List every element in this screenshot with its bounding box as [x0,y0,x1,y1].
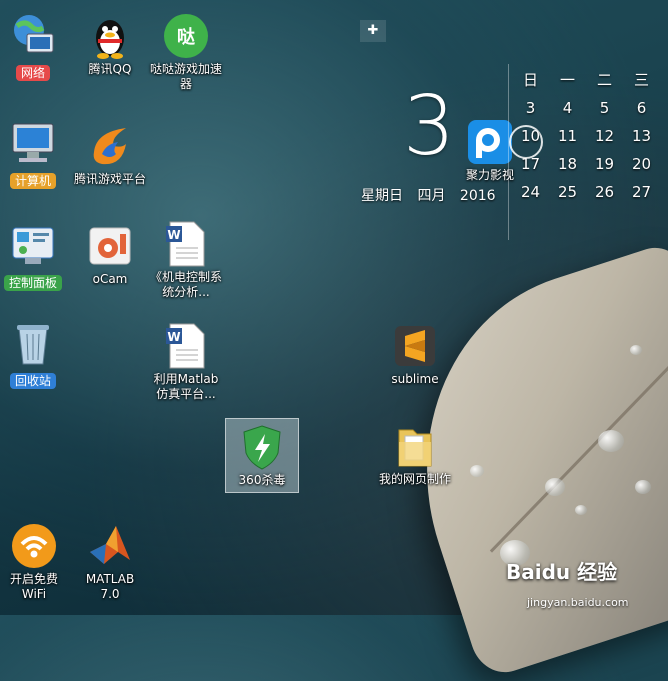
calendar-day[interactable]: 24 [512,178,549,206]
icon-label: 360杀毒 [238,473,286,487]
icon-label: 利用Matlab仿真平台... [153,372,219,401]
calendar-big-day: 3 [403,79,456,174]
calendar-header-row: 日 一 二 三 四 [512,66,668,94]
icon-label: 我的网页制作 [378,472,451,486]
calendar-week-row: 3 4 5 6 7 [512,94,668,122]
calendar-day[interactable]: 25 [549,178,586,206]
baidu-watermark: Baidu 经验 [506,560,618,584]
dada-accelerator-icon: 哒 [162,12,210,60]
calendar-week-row: 17 18 19 20 21 [512,150,668,178]
icon-label: 腾讯游戏平台 [73,172,146,186]
water-drop [635,480,651,494]
calendar-day[interactable]: 21 [660,150,668,178]
calendar-day[interactable]: 6 [623,94,660,122]
folder-icon [391,422,439,470]
icon-label: 计算机 [9,173,56,189]
calendar-weekday-header: 一 [559,71,575,89]
calendar-divider [508,64,509,240]
icon-label: MATLAB 7.0 [85,572,135,601]
calendar-day[interactable]: 18 [549,150,586,178]
calendar-day[interactable]: 28 [660,178,668,206]
icon-label: oCam [92,272,128,286]
icon-label: 哒哒游戏加速器 [149,62,222,91]
desktop-icon-sublime[interactable]: sublime [377,322,453,387]
svg-text:哒: 哒 [177,26,195,48]
calendar-day[interactable]: 3 [512,94,549,122]
qq-penguin-icon [86,12,134,60]
recycle-bin-icon [9,320,57,368]
calendar-day[interactable]: 20 [623,150,660,178]
svg-text:W: W [167,330,180,344]
word-document-icon: W [162,322,210,370]
calendar-day[interactable]: 13 [623,122,660,150]
wifi-icon [10,522,58,570]
calendar-day[interactable]: 12 [586,122,623,150]
desktop-icon-tencent-games[interactable]: 腾讯游戏平台 [72,122,148,187]
desktop-icon-control-panel[interactable]: 控制面板 [0,222,71,291]
calendar-day[interactable]: 10 [512,122,549,150]
desktop-icon-word-doc-2[interactable]: W 利用Matlab仿真平台... [148,322,224,402]
icon-label: 开启免费WiFi [9,572,58,601]
svg-text:W: W [167,228,180,242]
calendar-weekday-header: 四 [660,66,668,94]
water-drop [575,505,587,515]
desktop-icon-web-folder[interactable]: 我的网页制作 [377,422,453,487]
calendar-day[interactable]: 14 [660,122,668,150]
icon-label: 回收站 [9,373,56,389]
desktop-icon-qq[interactable]: 腾讯QQ [72,12,148,77]
calendar-day[interactable]: 5 [586,94,623,122]
ocam-camera-icon [86,222,134,270]
calendar-day[interactable]: 19 [586,150,623,178]
calendar-weekday-header: 日 [522,71,538,89]
water-drop [630,345,642,355]
water-drop [598,430,624,452]
word-document-icon: W [162,220,210,268]
calendar-day[interactable]: 27 [623,178,660,206]
network-globe-icon [9,12,57,60]
desktop-icon-free-wifi[interactable]: 开启免费WiFi [0,522,72,602]
calendar-year: 2016 [459,188,496,204]
desktop-icon-dada-accelerator[interactable]: 哒 哒哒游戏加速器 [148,12,224,92]
pin-icon[interactable]: ✚ [360,20,386,42]
icon-label: 《机电控制系统分析... [149,270,222,299]
calendar-month: 四月 [417,188,446,204]
calendar-day[interactable]: 11 [549,122,586,150]
desktop-icon-ocam[interactable]: oCam [72,222,148,287]
calendar-weekday-header: 三 [633,71,649,89]
icon-label: sublime [391,372,439,386]
desktop-icon-360-antivirus[interactable]: 360杀毒 [225,418,299,493]
calendar-weekday-header: 二 [596,71,612,89]
calendar-weekday: 星期日 [361,188,403,204]
desktop-icon-network[interactable]: 网络 [0,12,71,81]
matlab-membrane-icon [86,522,134,570]
icon-label: 腾讯QQ [88,62,132,76]
icon-label: 网络 [15,65,50,81]
control-panel-icon [9,222,57,270]
tencent-games-flame-icon [86,122,134,170]
desktop-icon-matlab[interactable]: MATLAB 7.0 [72,522,148,602]
pptv-player-icon [466,118,514,166]
water-drop [545,478,565,496]
sublime-text-icon [391,322,439,370]
calendar-week-row: 10 11 12 13 14 [512,122,668,150]
calendar-day[interactable]: 7 [660,94,668,122]
calendar-day[interactable]: 4 [549,94,586,122]
baidu-watermark-url: jingyan.baidu.com [527,596,629,609]
water-drop [470,465,484,477]
360-shield-icon [238,423,286,471]
computer-monitor-icon [9,120,57,168]
calendar-grid: 日 一 二 三 四 3 4 5 6 7 10 11 12 13 14 17 18… [512,66,668,206]
calendar-day[interactable]: 17 [512,150,549,178]
calendar-date-line: 星期日 四月 2016 [361,185,506,205]
calendar-day[interactable]: 26 [586,178,623,206]
desktop-icon-word-doc-1[interactable]: W 《机电控制系统分析... [148,220,224,300]
calendar-week-row: 24 25 26 27 28 [512,178,668,206]
desktop-icon-computer[interactable]: 计算机 [0,120,71,189]
desktop-icon-recycle-bin[interactable]: 回收站 [0,320,71,389]
icon-label: 控制面板 [3,275,62,291]
